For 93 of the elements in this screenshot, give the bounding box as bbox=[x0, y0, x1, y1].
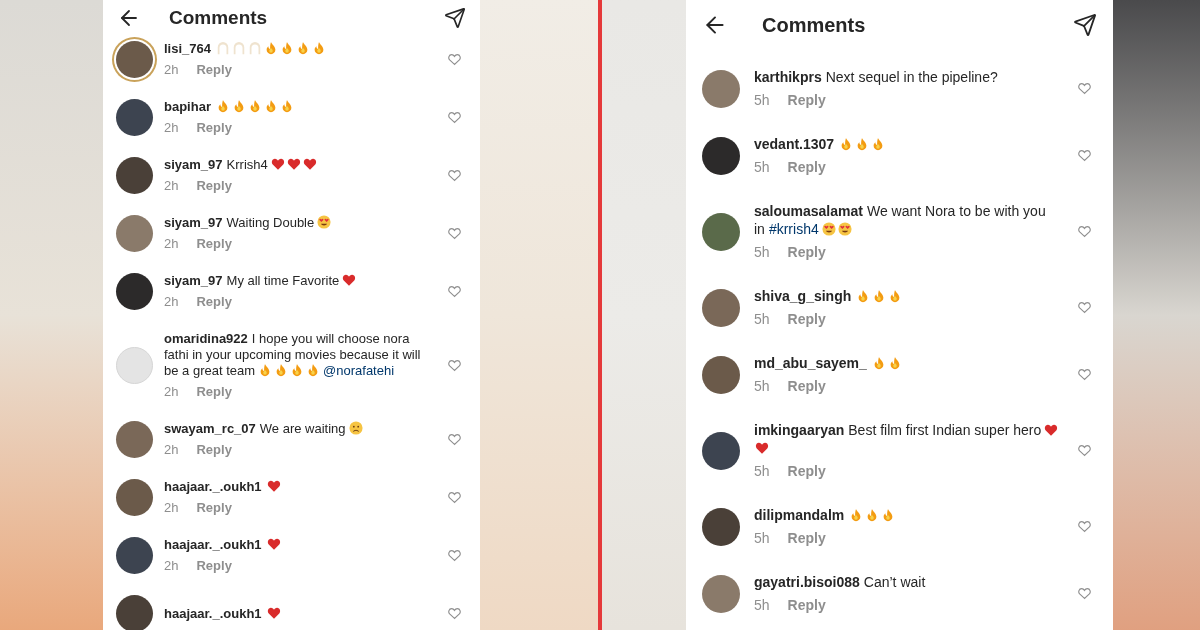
heart-icon bbox=[302, 157, 317, 171]
comment-time: 2h bbox=[164, 62, 179, 78]
comment-time: 5h bbox=[754, 310, 770, 328]
like-heart-icon[interactable] bbox=[1078, 587, 1091, 600]
heart-icon bbox=[270, 157, 285, 171]
comment-time: 2h bbox=[164, 558, 179, 574]
heart-eyes-face-icon bbox=[837, 222, 852, 236]
reply-link[interactable]: Reply bbox=[196, 500, 232, 516]
comment-time: 5h bbox=[754, 158, 770, 176]
comment-time: 2h bbox=[164, 178, 179, 194]
flame-icon bbox=[312, 41, 326, 55]
reply-link[interactable]: Reply bbox=[196, 384, 232, 400]
comment-text: haajaar._.oukh1 bbox=[164, 605, 437, 622]
like-heart-icon[interactable] bbox=[1078, 444, 1091, 457]
comment-time: 2h bbox=[164, 384, 179, 400]
reply-link[interactable]: Reply bbox=[196, 236, 232, 252]
like-heart-icon[interactable] bbox=[1078, 149, 1091, 162]
page-title: Comments bbox=[762, 13, 866, 38]
send-icon[interactable] bbox=[444, 7, 466, 29]
comment-text: dilipmandalm bbox=[754, 506, 1064, 524]
like-heart-icon[interactable] bbox=[448, 433, 461, 446]
comment-text: vedant.1307 bbox=[754, 135, 1064, 153]
heart-icon bbox=[266, 479, 281, 493]
reply-link[interactable]: Reply bbox=[196, 442, 232, 458]
comment-text: swayam_rc_07 We are waiting bbox=[164, 421, 437, 437]
reply-link[interactable]: Reply bbox=[787, 462, 826, 480]
comment-text: siyam_97 Waiting Double bbox=[164, 215, 437, 231]
reply-link[interactable]: Reply bbox=[787, 243, 826, 261]
comment-text: karthikprs Next sequel in the pipeline? bbox=[754, 68, 999, 86]
comment-time: 5h bbox=[754, 529, 770, 547]
reply-link[interactable]: Reply bbox=[787, 377, 826, 395]
tag-link[interactable]: @norafatehi bbox=[323, 363, 395, 378]
comment-text: md_abu_sayem_ bbox=[754, 354, 1064, 372]
like-heart-icon[interactable] bbox=[448, 491, 461, 504]
flame-icon bbox=[296, 41, 310, 55]
comment-time: 5h bbox=[754, 596, 770, 614]
like-heart-icon[interactable] bbox=[1078, 301, 1091, 314]
comment-text: shiva_g_singh bbox=[754, 287, 1064, 305]
reply-link[interactable]: Reply bbox=[196, 294, 232, 310]
comment-time: 5h bbox=[754, 377, 770, 395]
like-heart-icon[interactable] bbox=[448, 111, 461, 124]
like-heart-icon[interactable] bbox=[1078, 225, 1091, 238]
comment-time: 5h bbox=[754, 462, 770, 480]
comment-text: lisi_764 bbox=[164, 41, 437, 57]
like-heart-icon[interactable] bbox=[448, 549, 461, 562]
comment-time: 5h bbox=[754, 91, 770, 109]
heart-eyes-face-icon bbox=[317, 215, 332, 229]
comment-time: 5h bbox=[754, 243, 770, 261]
reply-link[interactable]: Reply bbox=[196, 178, 232, 194]
comment-text: siyam_97 My all time Favorite bbox=[164, 273, 437, 289]
like-heart-icon[interactable] bbox=[448, 169, 461, 182]
like-heart-icon[interactable] bbox=[448, 359, 461, 372]
comment-text: haajaar._.oukh1 bbox=[164, 479, 437, 495]
comment-text: imkingaaryan Best film first Indian super hero bbox=[754, 421, 1064, 457]
comment-time: 2h bbox=[164, 294, 179, 310]
reply-link[interactable]: Reply bbox=[196, 120, 232, 136]
like-heart-icon[interactable] bbox=[1078, 520, 1091, 533]
sad-face-icon bbox=[348, 421, 363, 435]
reply-link[interactable]: Reply bbox=[196, 558, 232, 574]
page-title: Comments bbox=[169, 5, 268, 30]
reply-link[interactable]: Reply bbox=[787, 529, 826, 547]
like-heart-icon[interactable] bbox=[1078, 368, 1091, 381]
reply-link[interactable]: Reply bbox=[787, 310, 826, 328]
comment-text: omaridina922 I hope you will choose nora fathi in your upcoming movies because it will be a great team @norafatehi bbox=[164, 331, 422, 379]
comment-time: 2h bbox=[164, 500, 179, 516]
comment-text: bapihar bbox=[164, 99, 437, 115]
flame-icon bbox=[264, 41, 278, 55]
heart-eyes-face-icon bbox=[821, 222, 836, 236]
reply-link[interactable]: Reply bbox=[787, 596, 826, 614]
heart-icon bbox=[342, 273, 357, 287]
like-heart-icon[interactable] bbox=[448, 227, 461, 240]
heart-icon bbox=[1044, 423, 1059, 437]
reply-link[interactable]: Reply bbox=[787, 91, 826, 109]
comment-text: haajaar._.oukh1 bbox=[164, 537, 437, 553]
comment-text: saloumasalamat We want Nora to be with you in #krrish4 bbox=[754, 202, 1047, 238]
flame-icon bbox=[280, 41, 294, 55]
like-heart-icon[interactable] bbox=[448, 607, 461, 620]
like-heart-icon[interactable] bbox=[1078, 82, 1091, 95]
comment-text: gayatri.bisoi088 Can’t wait bbox=[754, 573, 927, 591]
comment-time: 2h bbox=[164, 442, 179, 458]
heart-icon bbox=[266, 537, 281, 551]
comment-text: siyam_97 Krrish4 bbox=[164, 157, 437, 173]
heart-icon bbox=[755, 441, 769, 455]
reply-link[interactable]: Reply bbox=[196, 62, 232, 78]
comment-time: 2h bbox=[164, 120, 179, 136]
like-heart-icon[interactable] bbox=[448, 53, 461, 66]
heart-icon bbox=[286, 157, 301, 171]
like-heart-icon[interactable] bbox=[448, 285, 461, 298]
reply-link[interactable]: Reply bbox=[787, 158, 826, 176]
tag-link[interactable]: #krrish4 bbox=[768, 221, 819, 237]
heart-icon bbox=[266, 605, 281, 620]
comment-time: 2h bbox=[164, 236, 179, 252]
send-icon[interactable] bbox=[1073, 13, 1097, 37]
